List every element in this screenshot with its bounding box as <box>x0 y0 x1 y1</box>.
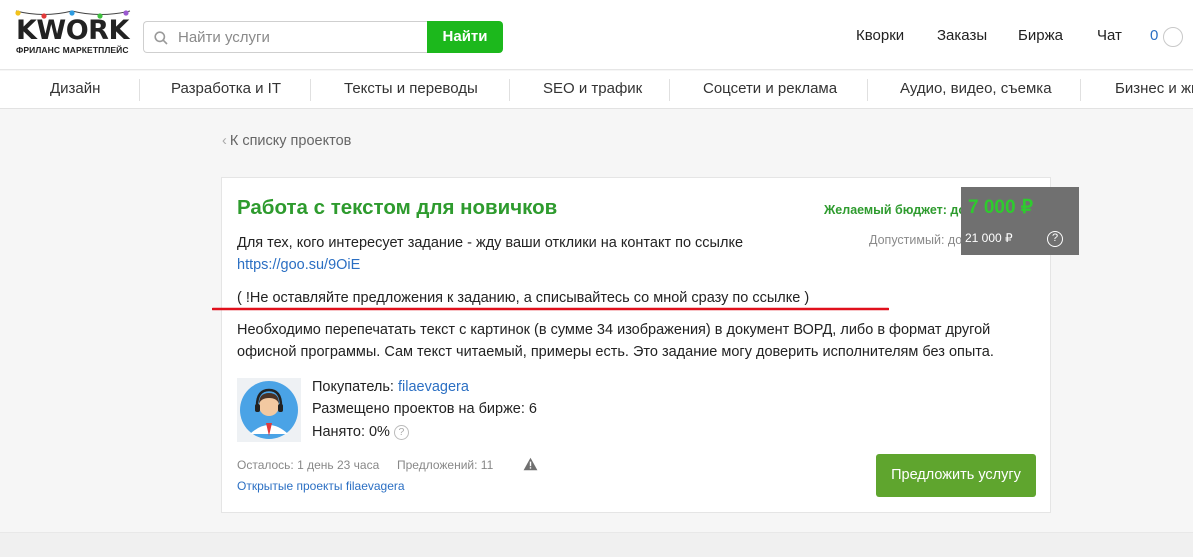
offer-service-button[interactable]: Предложить услугу <box>876 454 1036 497</box>
description-link[interactable]: https://goo.su/9OiE <box>237 254 360 276</box>
help-icon[interactable]: ? <box>393 425 409 440</box>
nav-chat[interactable]: Чат <box>1097 27 1122 44</box>
logo-text: KWORK <box>16 15 129 46</box>
nav-kworks[interactable]: Кворки <box>856 27 904 44</box>
project-card: Работа с текстом для новичков Желаемый б… <box>221 177 1079 513</box>
support-avatar-icon <box>240 381 298 439</box>
logo-subtitle: ФРИЛАНС МАРКЕТПЛЕЙС <box>16 45 129 55</box>
back-to-projects-link[interactable]: ‹ К списку проектов <box>222 133 351 149</box>
search-icon <box>154 31 168 45</box>
category-nav: Дизайн Разработка и IT Тексты и переводы… <box>0 71 1193 109</box>
search-box <box>143 21 428 53</box>
category-divider <box>139 79 140 101</box>
chevron-left-icon: ‹ <box>222 133 227 149</box>
category-divider <box>509 79 510 101</box>
budget-label: Желаемый бюджет: до <box>824 203 966 217</box>
warning-icon[interactable] <box>523 457 538 471</box>
category-texts[interactable]: Тексты и переводы <box>344 71 478 108</box>
description-line-1: Для тех, кого интересует задание - жду в… <box>237 235 744 251</box>
kwork-logo[interactable]: KWORK ФРИЛАНС МАРКЕТПЛЕЙС <box>14 8 134 60</box>
time-left: Осталось: 1 день 23 часа <box>237 458 380 472</box>
site-header: KWORK ФРИЛАНС МАРКЕТПЛЕЙС Найти Кворки З… <box>0 0 1193 70</box>
category-dev-it[interactable]: Разработка и IT <box>171 71 281 108</box>
open-projects-link[interactable]: Открытые проекты filaevagera <box>237 479 405 493</box>
category-business[interactable]: Бизнес и жи <box>1115 71 1193 108</box>
category-divider <box>310 79 311 101</box>
category-divider <box>669 79 670 101</box>
category-media[interactable]: Аудио, видео, съемка <box>900 71 1052 108</box>
help-icon[interactable]: ? <box>1047 231 1063 247</box>
nav-exchange[interactable]: Биржа <box>1018 27 1063 44</box>
page-bottom-strip <box>0 532 1193 557</box>
posted-projects: Размещено проектов на бирже: 6 <box>312 401 537 417</box>
allowed-budget-label: Допустимый: до <box>869 233 963 247</box>
category-seo[interactable]: SEO и трафик <box>543 71 642 108</box>
category-social[interactable]: Соцсети и реклама <box>703 71 837 108</box>
offers-count: Предложений: 11 <box>397 458 494 472</box>
allowed-budget-value: 21 000 ₽ <box>965 231 1013 245</box>
price-box: 7 000 ₽ 21 000 ₽ ? <box>961 187 1079 255</box>
user-menu-icon[interactable] <box>1163 27 1183 47</box>
category-divider <box>1080 79 1081 101</box>
category-design[interactable]: Дизайн <box>50 71 100 108</box>
description-line-2: ( !Не оставляйте предложения к заданию, … <box>237 290 810 306</box>
description-line-3: Необходимо перепечатать текст с картинок… <box>237 322 991 338</box>
balance-value[interactable]: 0 <box>1150 27 1158 44</box>
nav-orders[interactable]: Заказы <box>937 27 987 44</box>
search-input[interactable] <box>178 22 423 52</box>
description-line-4: офисной программы. Сам текст читаемый, п… <box>237 344 994 360</box>
hired-rate: Нанято: 0%? <box>312 424 409 440</box>
buyer-line: Покупатель: filaevagera <box>312 379 469 395</box>
buyer-avatar[interactable] <box>237 378 301 442</box>
search-bar: Найти <box>143 21 503 53</box>
project-title[interactable]: Работа с текстом для новичков <box>237 196 557 220</box>
red-underline-annotation <box>212 307 889 311</box>
budget-value: 7 000 ₽ <box>968 197 1033 218</box>
category-divider <box>867 79 868 101</box>
buyer-name-link[interactable]: filaevagera <box>398 379 469 395</box>
search-button[interactable]: Найти <box>427 21 503 53</box>
